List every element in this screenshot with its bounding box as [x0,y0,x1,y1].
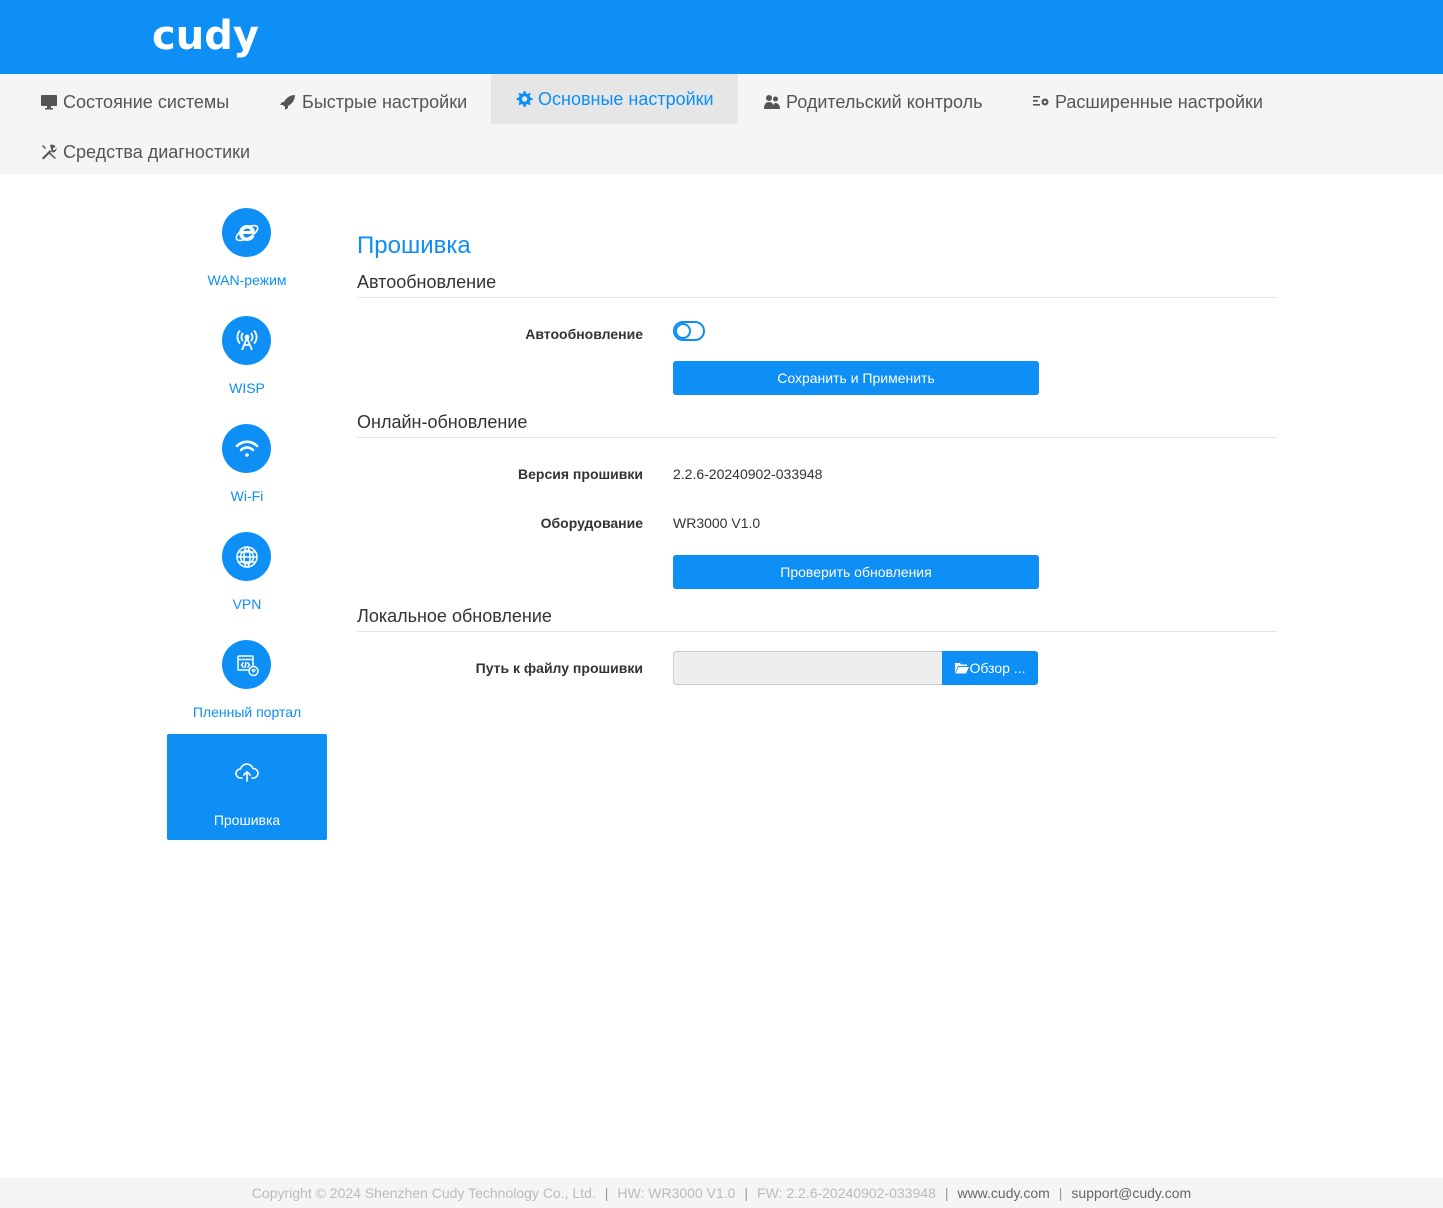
sidebar-item-label: VPN [232,596,262,612]
auto-update-toggle[interactable] [673,321,705,341]
save-apply-button[interactable]: Сохранить и Применить [673,361,1039,395]
sidebar-icon-wrap [222,640,271,689]
nav-item-label: Родительский контроль [786,91,983,112]
nav-item-quick-setup[interactable]: Быстрые настройки [239,77,491,127]
sidebar-icon-wrap [222,424,271,473]
tools-icon [42,144,57,160]
nav-item-label: Основные настройки [538,88,714,109]
top-bar: cudy [0,0,1443,74]
footer-separator: | [1058,1185,1063,1201]
antenna-icon [236,329,257,350]
nav-item-label: Расширенные настройки [1055,91,1263,112]
firmware-version-value: 2.2.6-20240902-033948 [673,466,823,482]
nav-item-label: Средства диагностики [63,141,251,162]
cloud-upload-icon [234,762,259,782]
footer-separator: | [944,1185,949,1201]
advanced-settings-icon [1033,96,1049,106]
hardware-label: Оборудование [540,515,643,531]
gear-icon [516,91,533,107]
rocket-icon [280,95,295,110]
nav-item-diagnostics[interactable]: Средства диагностики [0,127,274,177]
auto-update-label: Автообновление [525,326,643,342]
sidebar-item-firmware[interactable]: Прошивка [167,734,327,840]
nav-item-system-status[interactable]: Состояние системы [0,77,253,127]
browse-button[interactable]: Обзор ... [942,651,1038,685]
sidebar-item-wifi[interactable]: Wi-Fi [167,406,327,512]
section-local-update: Локальное обновление [357,606,1277,632]
folder-open-icon [954,663,969,674]
hardware-value: WR3000 V1.0 [673,515,761,531]
toggle-knob [675,323,691,339]
footer-fw: FW: 2.2.6-20240902-033948 [757,1185,936,1201]
firmware-version-label: Версия прошивки [518,466,643,482]
footer-support-link[interactable]: support@cudy.com [1071,1185,1191,1201]
internet-explorer-icon [235,224,258,241]
firmware-path-input[interactable] [673,651,943,685]
footer-website-link[interactable]: www.cudy.com [957,1185,1049,1201]
sidebar-item-captive-portal[interactable]: Пленный портал [167,622,327,728]
footer-hw: HW: WR3000 V1.0 [617,1185,736,1201]
firmware-path-label: Путь к файлу прошивки [475,660,643,676]
sidebar-item-wisp[interactable]: WISP [167,298,327,404]
sidebar-icon-wrap [222,208,271,257]
sidebar-item-label: Пленный портал [192,704,302,720]
sidebar-icon-wrap [222,316,271,365]
sidebar-icon-wrap [222,748,271,797]
sidebar-item-wan-mode[interactable]: WAN-режим [167,190,327,296]
footer-copyright: Copyright © 2024 Shenzhen Cudy Technolog… [251,1185,596,1201]
monitor-icon [41,95,57,110]
footer: Copyright © 2024 Shenzhen Cudy Technolog… [0,1178,1443,1208]
nav-item-label: Быстрые настройки [302,91,468,112]
sidebar-icon-wrap [222,532,271,581]
page-title: Прошивка [357,232,471,259]
globe-icon [235,545,258,568]
nav-item-basic-settings[interactable]: Основные настройки [491,74,738,124]
wifi-icon [235,440,258,457]
section-auto-update: Автообновление [357,272,1277,298]
cudy-logo[interactable]: cudy [152,14,259,58]
nav-item-label: Состояние системы [63,91,230,112]
sidebar-item-label: WISP [229,380,265,396]
sidebar-item-label: Wi-Fi [230,488,264,504]
footer-separator: | [604,1185,609,1201]
main-nav: Состояние системы Быстрые настройки Осно… [0,74,1443,174]
section-online-update: Онлайн-обновление [357,412,1277,438]
sidebar-item-label: Прошивка [213,812,281,828]
users-icon [764,95,780,109]
sidebar-item-vpn[interactable]: VPN [167,514,327,620]
sidebar-item-label: WAN-режим [207,272,287,288]
nav-item-advanced-settings[interactable]: Расширенные настройки [992,77,1287,127]
portal-icon [236,654,259,676]
footer-separator: | [744,1185,749,1201]
check-updates-button[interactable]: Проверить обновления [673,555,1039,589]
browse-button-label: Обзор ... [969,660,1026,676]
nav-item-parental-control[interactable]: Родительский контроль [723,77,1007,127]
